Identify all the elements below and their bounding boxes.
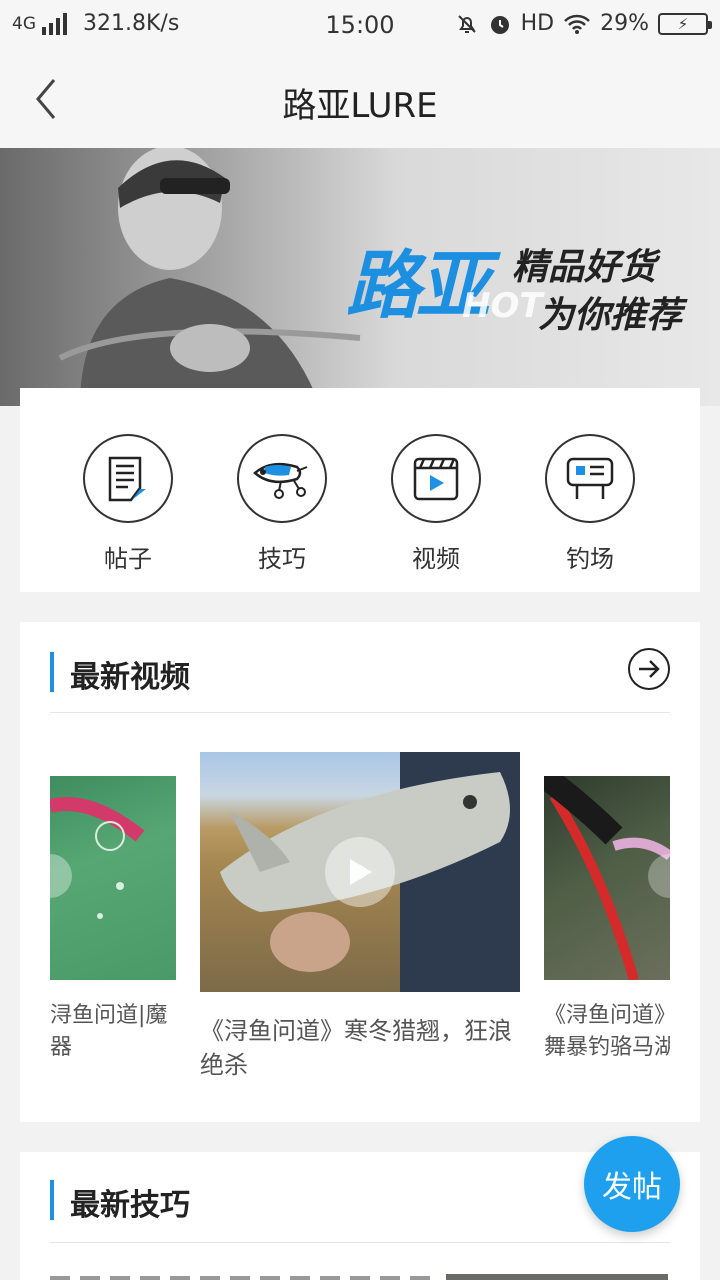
video-thumbnail-2[interactable] [200,752,520,992]
video-thumbnail-3[interactable] [544,776,670,980]
page-title: 路亚LURE [282,86,438,126]
category-spots-circle [545,434,635,523]
video-3-title[interactable]: 《浔鱼问道》 舞暴钓骆马湖 [544,1000,670,1064]
category-videos-label: 视频 [412,545,460,573]
section-accent-bar [50,1180,54,1220]
banner-tagline-1: 精品好货 [512,247,657,288]
banner-hot-tag: HOT [462,286,543,326]
video-1-image [50,797,145,919]
video-1-title-line2: 器 [50,1035,73,1060]
alarm-icon [490,15,509,34]
sign-board-icon [566,457,614,499]
category-videos-circle [391,434,481,523]
play-button[interactable] [325,837,395,907]
video-play-icon [413,457,459,500]
category-videos[interactable]: 视频 [386,434,486,574]
category-spots-label: 钓场 [566,545,614,573]
section-divider [50,1242,670,1243]
category-skills[interactable]: 技巧 [232,434,332,574]
video-thumbnail-1[interactable] [50,776,176,980]
lure-icon [253,462,308,499]
videos-more-button[interactable] [628,648,670,690]
category-spots[interactable]: 钓场 [540,434,640,574]
wifi-icon [564,14,590,34]
category-card: 帖子 技巧 视频 钓场 [20,388,700,592]
arrow-right-circle-icon [639,660,660,678]
video-2-title[interactable]: 《浔鱼问道》寒冬猎翘，狂浪绝杀 [200,1014,520,1082]
video-3-title-line2: 舞暴钓骆马湖 [544,1035,670,1060]
video-3-image [544,776,670,980]
latest-skills-header: 最新技巧 [50,1176,670,1240]
section-divider [50,712,670,713]
category-posts-circle [83,434,173,523]
mute-bell-icon [457,14,476,33]
battery-icon: ⚡ [658,12,712,35]
video-1-title-line1: 浔鱼问道|魔 [50,1003,168,1028]
latest-videos-section: 最新视频 浔鱼问道|魔 器 《浔鱼问道》寒冬猎翘，狂浪绝杀 《浔鱼问道》 舞暴钓… [20,622,700,1122]
status-bar: 4G 321.8K/s 15:00 HD 29% ⚡ [0,0,720,50]
video-3-title-line1: 《浔鱼问道》 [544,1003,670,1028]
video-1-title[interactable]: 浔鱼问道|魔 器 [50,1000,176,1064]
latest-skills-title: 最新技巧 [70,1188,190,1223]
nav-bar: 路亚LURE [0,50,720,148]
banner-tagline-2: 为你推荐 [538,295,683,336]
latest-videos-title: 最新视频 [70,660,190,695]
promo-banner[interactable]: 路亚 HOT 精品好货 为你推荐 [0,148,720,406]
category-skills-circle [237,434,327,523]
status-right: HD 29% ⚡ [455,11,712,36]
skill-item-peek-image[interactable] [446,1274,668,1280]
document-icon [108,456,146,501]
latest-videos-header: 最新视频 [50,648,670,712]
category-posts[interactable]: 帖子 [78,434,178,574]
category-posts-label: 帖子 [104,545,152,573]
angler-photo [58,148,361,406]
category-skills-label: 技巧 [258,545,306,573]
play-icon [350,859,372,885]
section-accent-bar [50,652,54,692]
skill-item-peek-text[interactable] [50,1276,430,1280]
hd-indicator: HD [520,11,555,36]
new-post-fab[interactable]: 发帖 [584,1136,680,1232]
battery-percent: 29% [600,11,649,36]
